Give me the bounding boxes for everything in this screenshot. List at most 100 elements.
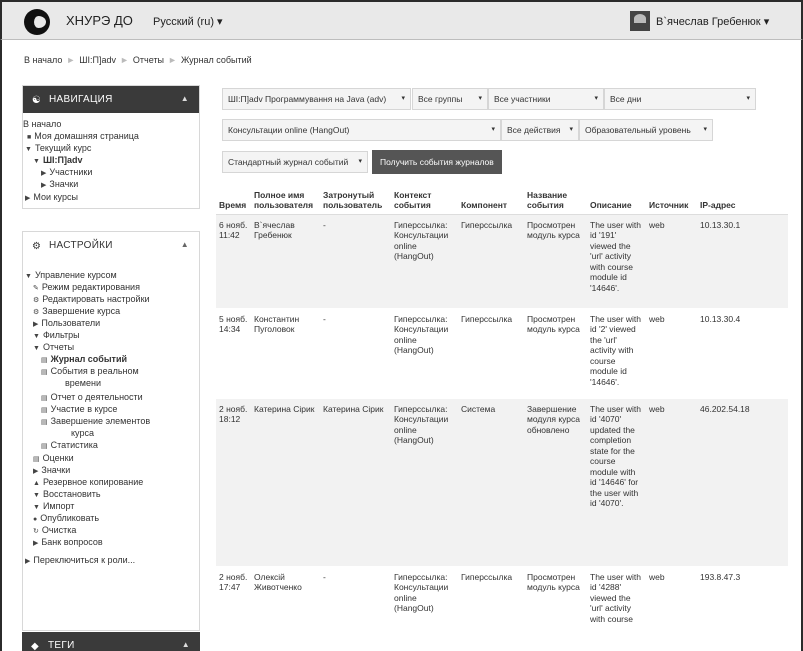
settings-item[interactable]: ▤ Отчет о деятельности — [41, 392, 143, 402]
cell-user[interactable]: Олексій Животченко — [251, 565, 320, 646]
cell-time: 2 нояб. 17:47 — [216, 565, 251, 646]
cell-user[interactable]: Катерина Сірик — [251, 397, 320, 566]
filter-icon: ▼ — [33, 333, 40, 340]
user-menu[interactable]: В`ячеслав Гребенюк ▾ — [656, 15, 769, 28]
cell-affected: - — [320, 565, 391, 646]
settings-item[interactable]: ▤ Статистика — [41, 440, 98, 450]
settings-item[interactable]: ▼ Фильтры — [33, 330, 80, 340]
breadcrumb-course[interactable]: ШІ:П]adv — [79, 55, 116, 65]
level-select[interactable]: Образовательный уровень ▾ — [579, 119, 713, 141]
settings-item-continuation[interactable]: времени — [65, 378, 101, 388]
settings-item[interactable]: ▶ Пользователи — [33, 318, 100, 328]
settings-item-label: Банк вопросов — [41, 537, 103, 547]
language-menu[interactable]: Русский (ru) ▾ — [153, 15, 223, 28]
settings-item[interactable]: ▲ Резервное копирование — [33, 477, 143, 487]
collapse-icon[interactable]: ▲ — [181, 94, 189, 103]
site-brand[interactable]: ХНУРЭ ДО — [66, 13, 133, 28]
tags-header[interactable]: ◆ ТЕГИ ▲ — [22, 632, 200, 651]
column-header[interactable]: Источник — [646, 186, 697, 215]
course-select[interactable]: ШІ:П]adv Программування на Java (adv) ▾ — [222, 88, 411, 110]
log-type-select[interactable]: Стандартный журнал событий ▾ — [222, 151, 368, 173]
site-logo-icon[interactable] — [24, 9, 50, 35]
breadcrumb-home[interactable]: В начало — [24, 55, 62, 65]
gear-icon: ⚙ — [33, 309, 40, 316]
cell-context[interactable]: Гиперссылка: Консультации online (HangOu… — [391, 397, 458, 566]
settings-item[interactable]: ▶ Значки — [33, 465, 70, 475]
grades-icon: ▤ — [33, 456, 40, 463]
days-select[interactable]: Все дни ▾ — [604, 88, 756, 110]
nav-item-current-course[interactable]: ▼ Текущий курс — [25, 143, 91, 153]
collapse-icon[interactable]: ▲ — [181, 240, 189, 249]
cell-ip[interactable]: 193.8.47.3 — [697, 565, 788, 646]
cell-context[interactable]: Гиперссылка: Консультации online (HangOu… — [391, 213, 458, 308]
cell-ip[interactable]: 46.202.54.18 — [697, 397, 788, 566]
tags-title: ТЕГИ — [48, 640, 75, 651]
settings-item-label: Отчеты — [42, 342, 75, 352]
report-icon: ▤ — [41, 369, 48, 376]
nav-item-course[interactable]: ▼ ШІ:П]adv — [33, 155, 82, 165]
settings-item[interactable]: ▤ Завершение элементов — [41, 416, 150, 426]
settings-item[interactable]: ● Опубликовать — [33, 513, 99, 523]
column-header[interactable]: Время — [216, 186, 251, 215]
settings-header[interactable]: ⚙ НАСТРОЙКИ ▲ — [23, 232, 199, 259]
reset-icon: ↻ — [33, 528, 39, 535]
activity-select-value: Консультации online (HangOut) — [228, 125, 350, 135]
settings-item[interactable]: ▼ Управление курсом — [25, 270, 117, 280]
cell-component: Гиперссылка — [458, 565, 524, 646]
logs-table-header: Время Полное имя пользователя Затронутый… — [216, 186, 788, 215]
nav-item-label: Участники — [49, 167, 93, 177]
column-header[interactable]: IP-адрес — [697, 186, 788, 215]
settings-item-continuation[interactable]: курса — [71, 428, 94, 438]
nav-item-my-courses[interactable]: ▶ Мои курсы — [25, 192, 78, 202]
column-header[interactable]: Название события — [524, 186, 587, 215]
settings-item[interactable]: ▤ Оценки — [33, 453, 74, 463]
settings-item[interactable]: ✎ Режим редактирования — [33, 282, 140, 292]
collapse-icon[interactable]: ▲ — [182, 640, 190, 649]
settings-item[interactable]: ▼ Отчеты — [33, 342, 74, 352]
breadcrumb-logs[interactable]: Журнал событий — [181, 55, 252, 65]
table-row: 6 нояб. 11:42 В`ячеслав Гребенюк - Гипер… — [216, 213, 788, 308]
caret-down-icon: ▼ — [25, 273, 32, 280]
navigation-header[interactable]: ☯ НАВИГАЦИЯ ▲ — [23, 86, 199, 113]
settings-item[interactable]: ▤ Участие в курсе — [41, 404, 117, 414]
cell-ip[interactable]: 10.13.30.1 — [697, 213, 788, 308]
settings-item[interactable]: ⚙ Редактировать настройки — [33, 294, 150, 304]
cell-context[interactable]: Гиперссылка: Консультации online (HangOu… — [391, 307, 458, 398]
actions-select[interactable]: Все действия ▾ — [501, 119, 579, 141]
nav-item-badges[interactable]: ▶ Значки — [41, 179, 78, 189]
settings-item[interactable]: ▼ Импорт — [33, 501, 74, 511]
cell-description: The user with id '4070' updated the comp… — [587, 397, 646, 566]
cell-component: Система — [458, 397, 524, 566]
settings-item[interactable]: ▶ Банк вопросов — [33, 537, 103, 547]
nav-item-label: Значки — [49, 179, 79, 189]
nav-item-participants[interactable]: ▶ Участники — [41, 167, 92, 177]
cell-affected[interactable]: Катерина Сірик — [320, 397, 391, 566]
settings-item[interactable]: ▤ События в реальном — [41, 366, 139, 376]
column-header[interactable]: Контекст события — [391, 186, 458, 215]
settings-title: НАСТРОЙКИ — [49, 240, 113, 251]
settings-item[interactable]: ⚙ Завершение курса — [33, 306, 120, 316]
breadcrumb-reports[interactable]: Отчеты — [133, 55, 164, 65]
column-header[interactable]: Компонент — [458, 186, 524, 215]
get-logs-button[interactable]: Получить события журналов — [372, 150, 502, 174]
column-header[interactable]: Полное имя пользователя — [251, 186, 320, 215]
groups-select[interactable]: Все группы ▾ — [412, 88, 488, 110]
column-header[interactable]: Затронутый пользователь — [320, 186, 391, 215]
nav-item-home[interactable]: В начало — [23, 119, 61, 129]
nav-item-my-home[interactable]: ■ Моя домашняя страница — [27, 131, 139, 141]
cell-affected: - — [320, 307, 391, 398]
caret-right-icon: ▶ — [25, 195, 31, 202]
settings-item[interactable]: ↻ Очистка — [33, 525, 76, 535]
avatar[interactable] — [630, 11, 650, 31]
cell-user[interactable]: Константин Пуголовок — [251, 307, 320, 398]
participants-select[interactable]: Все участники ▾ — [488, 88, 604, 110]
report-icon: ▤ — [41, 407, 48, 414]
cell-context[interactable]: Гиперссылка: Консультации online (HangOu… — [391, 565, 458, 646]
settings-item-active[interactable]: ▤ Журнал событий — [41, 354, 127, 364]
cell-user[interactable]: В`ячеслав Гребенюк — [251, 213, 320, 308]
cell-ip[interactable]: 10.13.30.4 — [697, 307, 788, 398]
settings-item[interactable]: ▼ Восстановить — [33, 489, 101, 499]
column-header[interactable]: Описание — [587, 186, 646, 215]
activity-select[interactable]: Консультации online (HangOut) ▾ — [222, 119, 501, 141]
switch-role-item[interactable]: ▶ Переключиться к роли... — [25, 555, 135, 565]
